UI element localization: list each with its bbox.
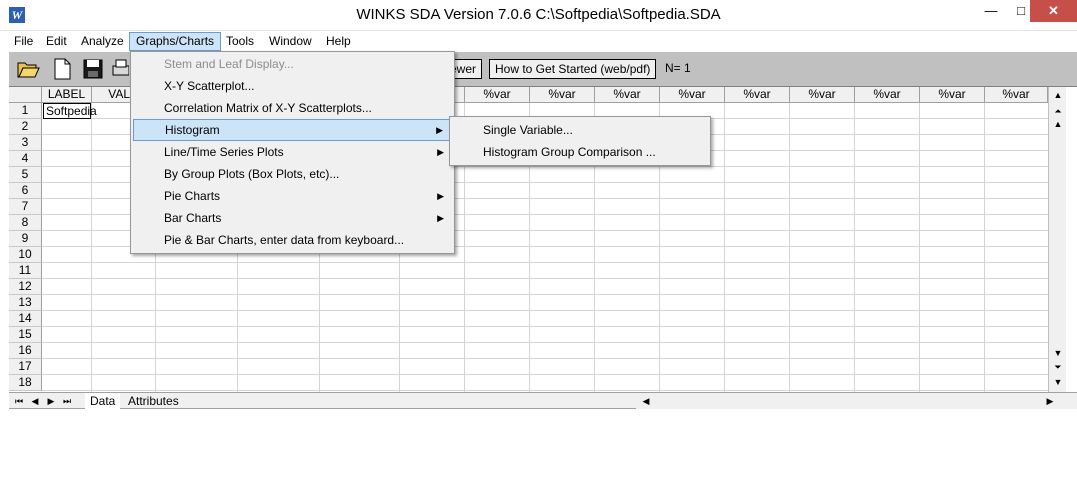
graphs-charts-menu: Stem and Leaf Display... X-Y Scatterplot… bbox=[130, 51, 455, 254]
submenu-arrow-icon: ▶ bbox=[437, 191, 444, 201]
menu-file[interactable]: File bbox=[8, 33, 39, 49]
tab-attributes[interactable]: Attributes bbox=[123, 393, 184, 409]
minimize-button[interactable]: — bbox=[976, 0, 1006, 22]
menu-bar: File Edit Analyze Graphs/Charts Tools Wi… bbox=[0, 31, 1077, 51]
row-header[interactable]: 2 bbox=[9, 119, 42, 135]
tab-data[interactable]: Data bbox=[85, 393, 121, 409]
row-header[interactable]: 16 bbox=[9, 343, 42, 359]
row-header[interactable]: 8 bbox=[9, 215, 42, 231]
menu-graphs-charts[interactable]: Graphs/Charts bbox=[129, 32, 222, 51]
how-to-get-started-button[interactable]: How to Get Started (web/pdf) bbox=[489, 59, 657, 79]
horizontal-scrollbar[interactable]: ◀ ▶ bbox=[636, 393, 1077, 409]
vertical-scrollbar[interactable]: ▲ ⏶ ▲ ▼ ⏷ ▼ bbox=[1048, 87, 1066, 392]
menu-item-label: Bar Charts bbox=[164, 211, 222, 225]
submenu-arrow-icon: ▶ bbox=[437, 213, 444, 223]
row-header[interactable]: 3 bbox=[9, 135, 42, 151]
histogram-submenu: Single Variable... Histogram Group Compa… bbox=[449, 116, 711, 166]
last-sheet-icon[interactable]: ⏭ bbox=[60, 394, 74, 408]
menu-window[interactable]: Window bbox=[263, 33, 318, 49]
row-header[interactable]: 6 bbox=[9, 183, 42, 199]
row-header[interactable]: 14 bbox=[9, 311, 42, 327]
output-area bbox=[9, 409, 1077, 482]
column-header[interactable]: LABEL bbox=[42, 87, 92, 103]
row-header[interactable]: 13 bbox=[9, 295, 42, 311]
scroll-down-icon[interactable]: ▼ bbox=[1049, 346, 1067, 360]
menu-item-label: Pie Charts bbox=[164, 189, 221, 203]
prev-sheet-icon[interactable]: ◀ bbox=[28, 394, 42, 408]
menu-item-label: Stem and Leaf Display... bbox=[164, 57, 294, 71]
menu-item-label: Pie & Bar Charts, enter data from keyboa… bbox=[164, 233, 405, 247]
row-header[interactable]: 11 bbox=[9, 263, 42, 279]
menu-tools[interactable]: Tools bbox=[220, 33, 260, 49]
menu-item-label: Correlation Matrix of X-Y Scatterplots..… bbox=[164, 101, 372, 115]
active-cell[interactable]: Softpedia bbox=[43, 103, 97, 119]
menu-correlation-matrix[interactable]: Correlation Matrix of X-Y Scatterplots..… bbox=[133, 97, 452, 119]
first-sheet-icon[interactable]: ⏮ bbox=[12, 394, 26, 408]
row-header[interactable]: 12 bbox=[9, 279, 42, 295]
menu-bar-charts[interactable]: Bar Charts ▶ bbox=[133, 207, 452, 229]
save-icon[interactable] bbox=[81, 57, 105, 81]
scroll-right-icon[interactable]: ▶ bbox=[1043, 394, 1057, 408]
menu-item-label: Line/Time Series Plots bbox=[164, 145, 284, 159]
n-count: N= 1 bbox=[665, 61, 691, 75]
menu-analyze[interactable]: Analyze bbox=[75, 33, 130, 49]
row-header[interactable]: 7 bbox=[9, 199, 42, 215]
column-header[interactable]: %var bbox=[595, 87, 660, 103]
print-icon[interactable] bbox=[111, 57, 129, 81]
new-file-icon[interactable] bbox=[50, 57, 74, 81]
column-header[interactable]: %var bbox=[725, 87, 790, 103]
column-header[interactable]: %var bbox=[855, 87, 920, 103]
scroll-page-down-icon[interactable]: ⏷ bbox=[1049, 360, 1067, 374]
next-sheet-icon[interactable]: ▶ bbox=[44, 394, 58, 408]
menu-stem-and-leaf[interactable]: Stem and Leaf Display... bbox=[133, 53, 452, 75]
row-header[interactable]: 4 bbox=[9, 151, 42, 167]
menu-by-group-plots[interactable]: By Group Plots (Box Plots, etc)... bbox=[133, 163, 452, 185]
menu-xy-scatterplot[interactable]: X-Y Scatterplot... bbox=[133, 75, 452, 97]
menu-edit[interactable]: Edit bbox=[40, 33, 73, 49]
sheet-tabs-bar: ⏮ ◀ ▶ ⏭ Data Attributes ◀ ▶ bbox=[9, 392, 1077, 409]
close-button[interactable]: ✕ bbox=[1030, 0, 1077, 22]
row-header[interactable]: 17 bbox=[9, 359, 42, 375]
scroll-up-icon[interactable]: ▲ bbox=[1049, 117, 1067, 131]
corner-header[interactable] bbox=[9, 87, 42, 103]
menu-histogram[interactable]: Histogram ▶ bbox=[133, 119, 452, 141]
column-header[interactable]: %var bbox=[530, 87, 595, 103]
submenu-arrow-icon: ▶ bbox=[436, 125, 443, 135]
submenu-arrow-icon: ▶ bbox=[437, 147, 444, 157]
row-header[interactable]: 18 bbox=[9, 375, 42, 391]
title-bar: W WINKS SDA Version 7.0.6 C:\Softpedia\S… bbox=[0, 0, 1077, 31]
menu-help[interactable]: Help bbox=[320, 33, 357, 49]
scroll-top-icon[interactable]: ▲ bbox=[1049, 88, 1067, 102]
menu-histogram-group-comparison[interactable]: Histogram Group Comparison ... bbox=[452, 141, 708, 163]
menu-item-label: By Group Plots (Box Plots, etc)... bbox=[164, 167, 340, 181]
menu-item-label: Histogram bbox=[165, 123, 220, 137]
column-header[interactable]: %var bbox=[465, 87, 530, 103]
row-header[interactable]: 9 bbox=[9, 231, 42, 247]
scroll-left-icon[interactable]: ◀ bbox=[639, 394, 653, 408]
column-header[interactable]: %var bbox=[985, 87, 1048, 103]
window-title: WINKS SDA Version 7.0.6 C:\Softpedia\Sof… bbox=[356, 6, 721, 23]
menu-single-variable[interactable]: Single Variable... bbox=[452, 119, 708, 141]
menu-pie-bar-keyboard[interactable]: Pie & Bar Charts, enter data from keyboa… bbox=[133, 229, 452, 251]
menu-item-label: X-Y Scatterplot... bbox=[164, 79, 255, 93]
row-header[interactable]: 15 bbox=[9, 327, 42, 343]
menu-line-time-series[interactable]: Line/Time Series Plots ▶ bbox=[133, 141, 452, 163]
scroll-bottom-icon[interactable]: ▼ bbox=[1049, 375, 1067, 389]
column-header[interactable]: %var bbox=[920, 87, 985, 103]
column-header[interactable]: %var bbox=[660, 87, 725, 103]
open-folder-icon[interactable] bbox=[16, 57, 40, 81]
column-header[interactable]: %var bbox=[790, 87, 855, 103]
row-header[interactable]: 5 bbox=[9, 167, 42, 183]
row-header[interactable]: 1 bbox=[9, 103, 42, 119]
scroll-page-up-icon[interactable]: ⏶ bbox=[1049, 104, 1067, 118]
row-header[interactable]: 10 bbox=[9, 247, 42, 263]
menu-pie-charts[interactable]: Pie Charts ▶ bbox=[133, 185, 452, 207]
